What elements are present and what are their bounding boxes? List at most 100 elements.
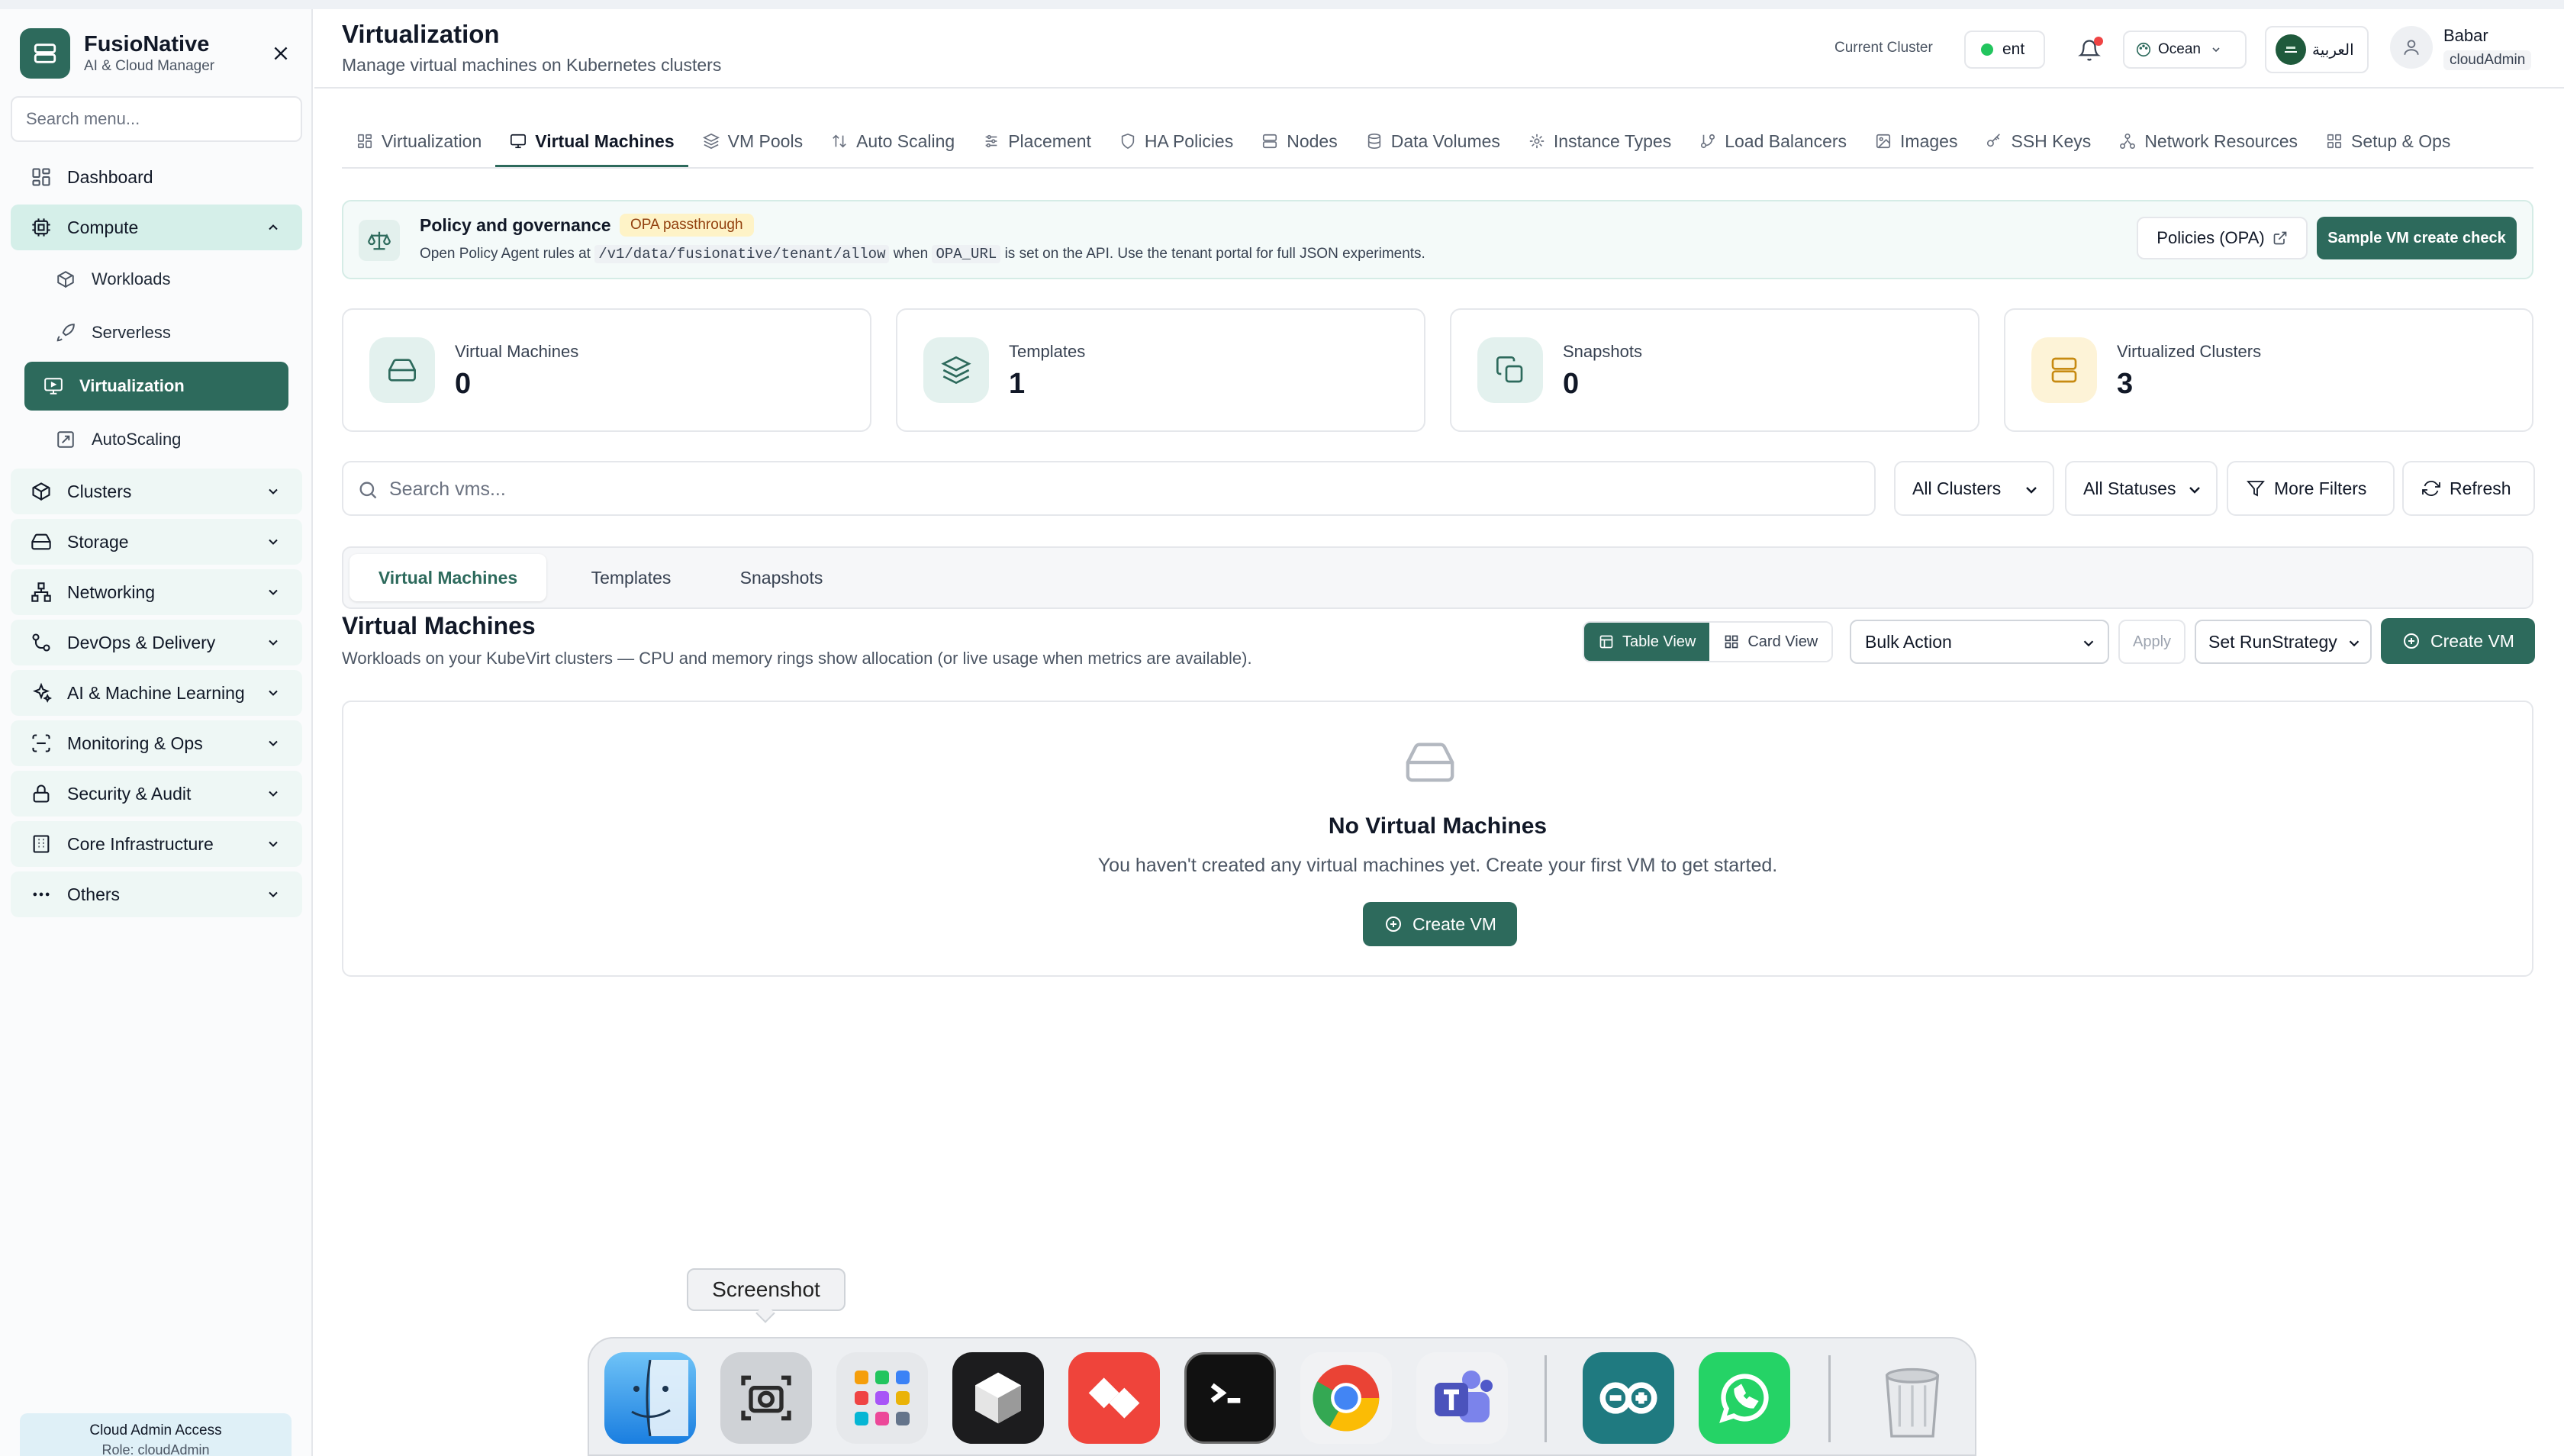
status-filter-select[interactable]: All Statuses bbox=[2065, 461, 2218, 516]
tab-virtualization[interactable]: Virtualization bbox=[342, 114, 495, 168]
chrome-icon[interactable] bbox=[1300, 1352, 1392, 1444]
anydesk-icon[interactable] bbox=[1068, 1352, 1160, 1444]
sidebar-item-workloads[interactable]: Workloads bbox=[24, 255, 288, 304]
screenshot-icon[interactable] bbox=[720, 1352, 812, 1444]
subtab-virtual-machines[interactable]: Virtual Machines bbox=[349, 554, 546, 601]
bulk-action-select[interactable]: Bulk Action bbox=[1850, 620, 2109, 664]
button-label: Create VM bbox=[1412, 913, 1496, 934]
sidebar-item-serverless[interactable]: Serverless bbox=[24, 308, 288, 357]
apply-button[interactable]: Apply bbox=[2118, 620, 2186, 664]
sidebar-group-monitoring[interactable]: Monitoring & Ops bbox=[11, 720, 302, 766]
create-vm-button[interactable]: Create VM bbox=[2381, 618, 2535, 664]
tab-setup-ops[interactable]: Setup & Ops bbox=[2311, 114, 2464, 168]
select-value: All Statuses bbox=[2083, 478, 2176, 498]
tab-ha-policies[interactable]: HA Policies bbox=[1105, 114, 1247, 168]
sliders-icon bbox=[982, 132, 1000, 150]
tab-ssh-keys[interactable]: SSH Keys bbox=[1971, 114, 2105, 168]
dashboard-icon bbox=[29, 165, 53, 189]
stat-card-virtual-machines: Virtual Machines 0 bbox=[342, 308, 871, 432]
parallels-icon[interactable] bbox=[952, 1352, 1044, 1444]
sidebar-item-label: Networking bbox=[67, 581, 156, 602]
card-view-button[interactable]: Card View bbox=[1709, 623, 1832, 661]
empty-create-vm-button[interactable]: Create VM bbox=[1363, 902, 1517, 946]
vm-search-input[interactable] bbox=[389, 472, 1854, 507]
table-view-button[interactable]: Table View bbox=[1584, 623, 1710, 661]
table-icon bbox=[1598, 633, 1615, 650]
theme-selector[interactable]: Ocean bbox=[2123, 31, 2247, 69]
chevron-down-icon bbox=[264, 684, 282, 702]
policy-desc-text: is set on the API. Use the tenant portal… bbox=[1004, 246, 1425, 262]
tab-instance-types[interactable]: Instance Types bbox=[1514, 114, 1685, 168]
cluster-filter-select[interactable]: All Clusters bbox=[1894, 461, 2054, 516]
sidebar-item-label: Dashboard bbox=[67, 166, 153, 187]
stat-card-templates: Templates 1 bbox=[896, 308, 1425, 432]
monitor-icon bbox=[41, 374, 66, 398]
empty-title: No Virtual Machines bbox=[1328, 813, 1548, 839]
tab-virtual-machines[interactable]: Virtual Machines bbox=[495, 114, 689, 168]
sidebar-group-storage[interactable]: Storage bbox=[11, 519, 302, 565]
user-role-badge: cloudAdmin bbox=[2443, 50, 2532, 70]
tab-label: Nodes bbox=[1287, 130, 1338, 151]
subtab-snapshots[interactable]: Snapshots bbox=[707, 554, 856, 601]
subtab-templates[interactable]: Templates bbox=[559, 554, 704, 601]
cluster-selector[interactable]: ent bbox=[1964, 31, 2045, 69]
sidebar-group-security[interactable]: Security & Audit bbox=[11, 771, 302, 817]
tab-nodes[interactable]: Nodes bbox=[1247, 114, 1351, 168]
sidebar-group-others[interactable]: Others bbox=[11, 871, 302, 917]
arduino-icon[interactable] bbox=[1583, 1352, 1674, 1444]
sidebar-item-dashboard[interactable]: Dashboard bbox=[11, 154, 302, 200]
tab-auto-scaling[interactable]: Auto Scaling bbox=[817, 114, 968, 168]
hard-drive-icon bbox=[369, 337, 435, 403]
sidebar-group-ai-ml[interactable]: AI & Machine Learning bbox=[11, 670, 302, 716]
refresh-button[interactable]: Refresh bbox=[2402, 461, 2535, 516]
user-avatar-icon[interactable] bbox=[2390, 26, 2433, 69]
grid-icon bbox=[2325, 132, 2343, 150]
tab-network-resources[interactable]: Network Resources bbox=[2105, 114, 2311, 168]
chevron-down-icon bbox=[264, 482, 282, 501]
sidebar-item-label: Workloads bbox=[92, 269, 171, 288]
sidebar-group-networking[interactable]: Networking bbox=[11, 569, 302, 615]
whatsapp-icon[interactable] bbox=[1699, 1352, 1790, 1444]
language-selector[interactable]: العربية bbox=[2265, 26, 2369, 73]
tab-label: VM Pools bbox=[727, 130, 804, 151]
sidebar-group-devops[interactable]: DevOps & Delivery bbox=[11, 620, 302, 665]
sidebar-group-compute[interactable]: Compute bbox=[11, 205, 302, 250]
tab-images[interactable]: Images bbox=[1860, 114, 1971, 168]
tab-label: Virtual Machines bbox=[535, 130, 675, 151]
chevron-up-icon bbox=[264, 218, 282, 237]
hard-drive-icon bbox=[29, 530, 53, 554]
sidebar-group-clusters[interactable]: Clusters bbox=[11, 469, 302, 514]
sidebar-nav: Dashboard Compute Workloads Serverless V… bbox=[11, 154, 302, 922]
run-strategy-select[interactable]: Set RunStrategy bbox=[2195, 620, 2372, 664]
tab-load-balancers[interactable]: Load Balancers bbox=[1685, 114, 1860, 168]
sidebar-item-label: Core Infrastructure bbox=[67, 833, 214, 854]
tab-label: Virtualization bbox=[382, 130, 482, 151]
content-subtabs: Virtual Machines Templates Snapshots bbox=[342, 546, 2533, 609]
teams-icon[interactable] bbox=[1416, 1352, 1508, 1444]
sidebar-group-core-infra[interactable]: Core Infrastructure bbox=[11, 821, 302, 867]
tab-placement[interactable]: Placement bbox=[968, 114, 1105, 168]
sidebar-search-input[interactable] bbox=[11, 96, 302, 142]
section-subtitle: Workloads on your KubeVirt clusters — CP… bbox=[342, 649, 1252, 668]
sidebar-item-label: Others bbox=[67, 884, 121, 904]
notification-bell-icon[interactable] bbox=[2070, 31, 2109, 70]
user-name[interactable]: Babar bbox=[2443, 26, 2488, 46]
trash-icon[interactable] bbox=[1867, 1352, 1958, 1444]
sample-vm-check-button[interactable]: Sample VM create check bbox=[2317, 217, 2517, 259]
cpu-icon bbox=[29, 215, 53, 240]
button-label: Card View bbox=[1747, 633, 1818, 650]
launchpad-icon[interactable] bbox=[836, 1352, 928, 1444]
finder-icon[interactable] bbox=[604, 1352, 696, 1444]
chevron-down-icon bbox=[2083, 640, 2094, 647]
chevron-down-icon bbox=[264, 835, 282, 853]
sidebar-item-autoscaling[interactable]: AutoScaling bbox=[24, 415, 288, 464]
close-icon[interactable] bbox=[267, 40, 295, 67]
tab-data-volumes[interactable]: Data Volumes bbox=[1351, 114, 1514, 168]
more-filters-button[interactable]: More Filters bbox=[2227, 461, 2395, 516]
terminal-icon[interactable] bbox=[1184, 1352, 1276, 1444]
policy-description: Open Policy Agent rules at /v1/data/fusi… bbox=[420, 245, 1425, 263]
policies-opa-button[interactable]: Policies (OPA) bbox=[2137, 217, 2308, 259]
search-icon bbox=[359, 482, 377, 499]
tab-vm-pools[interactable]: VM Pools bbox=[688, 114, 817, 168]
sidebar-item-virtualization[interactable]: Virtualization bbox=[24, 362, 288, 411]
